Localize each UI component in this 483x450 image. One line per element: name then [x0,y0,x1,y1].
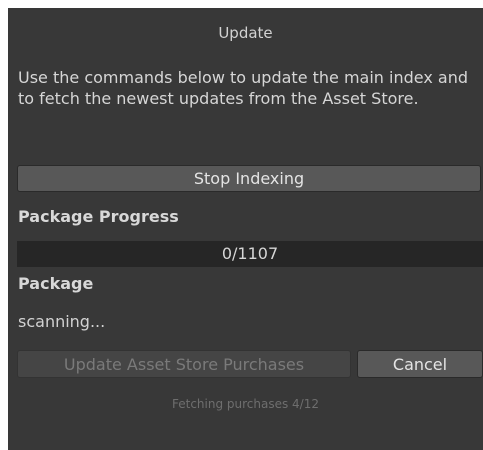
fetching-status: Fetching purchases 4/12 [171,397,319,411]
stop-indexing-button[interactable]: Stop Indexing [17,165,481,192]
package-label: Package [18,274,94,293]
package-progress-label: Package Progress [18,207,179,226]
panel-title: Update [218,24,273,42]
update-description: Use the commands below to update the mai… [18,68,468,108]
progress-count: 0/1107 [221,244,279,263]
update-asset-store-purchases-button[interactable]: Update Asset Store Purchases [17,350,351,378]
update-panel: Update Use the commands below to update … [8,8,483,450]
package-progress-bar: 0/1107 [17,241,483,267]
package-status: scanning... [18,312,106,331]
cancel-button[interactable]: Cancel [357,350,483,378]
